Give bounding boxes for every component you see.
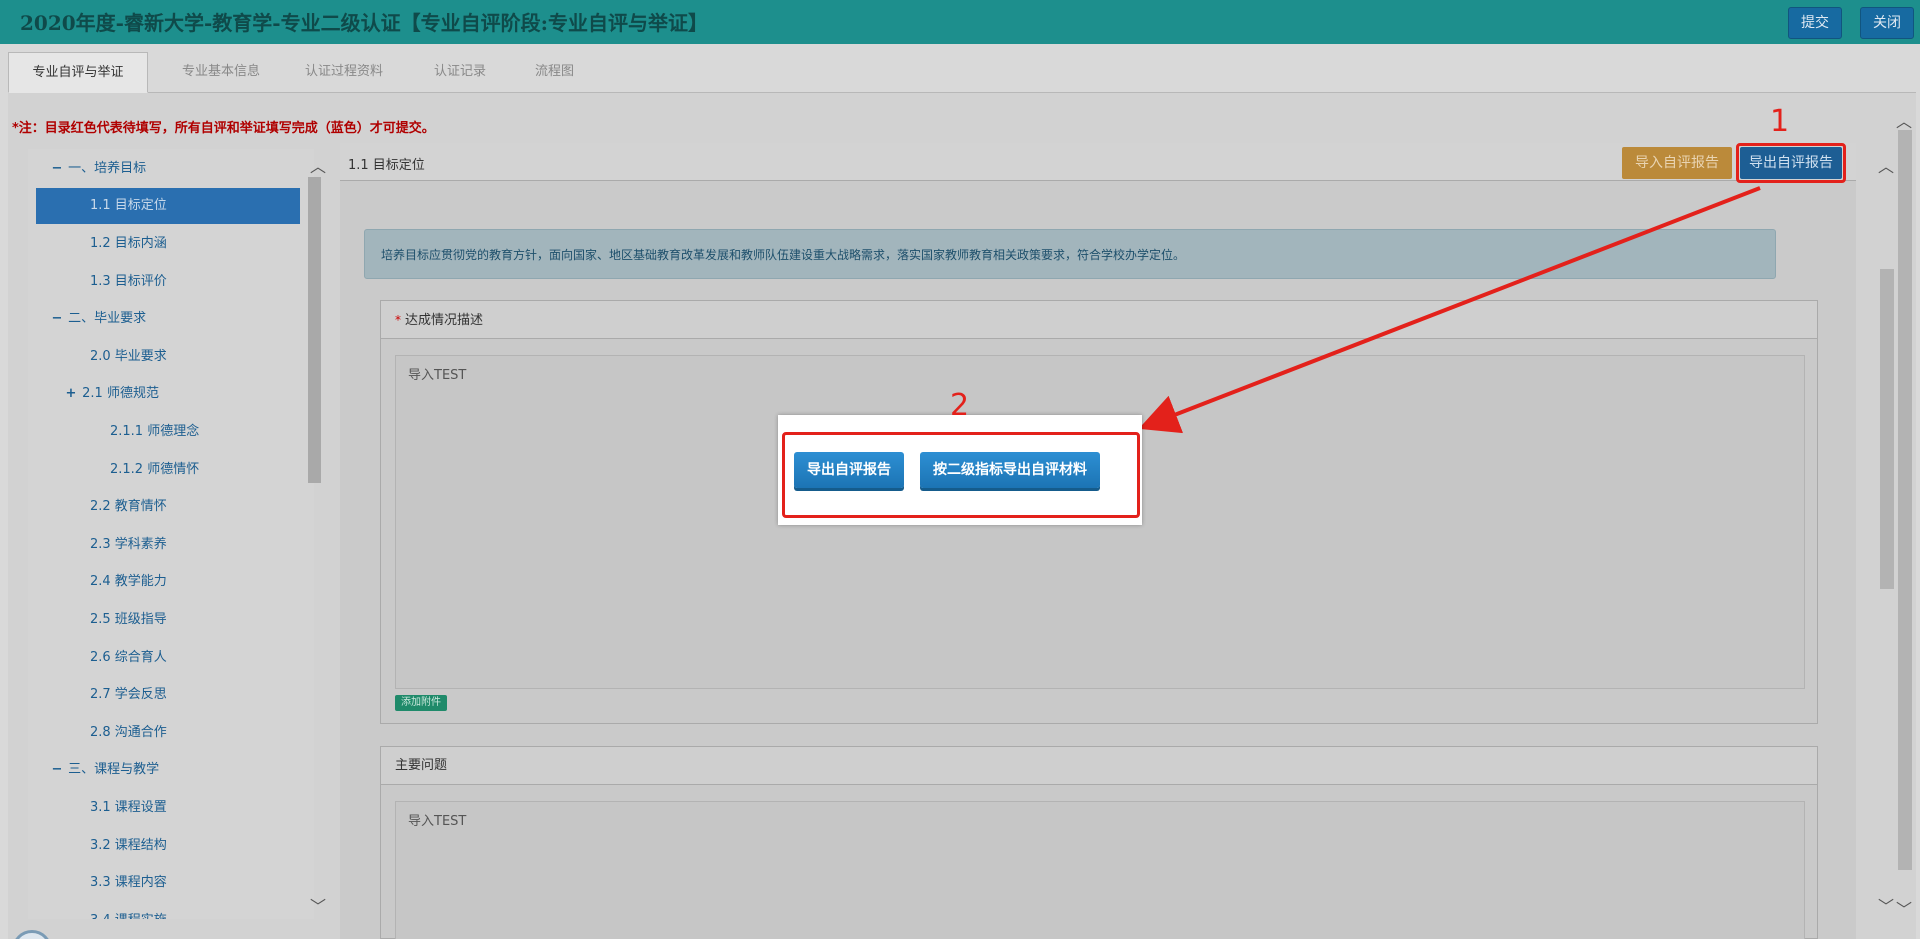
annotation-number-2: 2: [950, 388, 970, 423]
export-report-popup-button[interactable]: 导出自评报告: [794, 452, 904, 488]
export-by-indicator-button[interactable]: 按二级指标导出自评材料: [920, 452, 1100, 488]
annotation-number-1: 1: [1770, 104, 1790, 139]
